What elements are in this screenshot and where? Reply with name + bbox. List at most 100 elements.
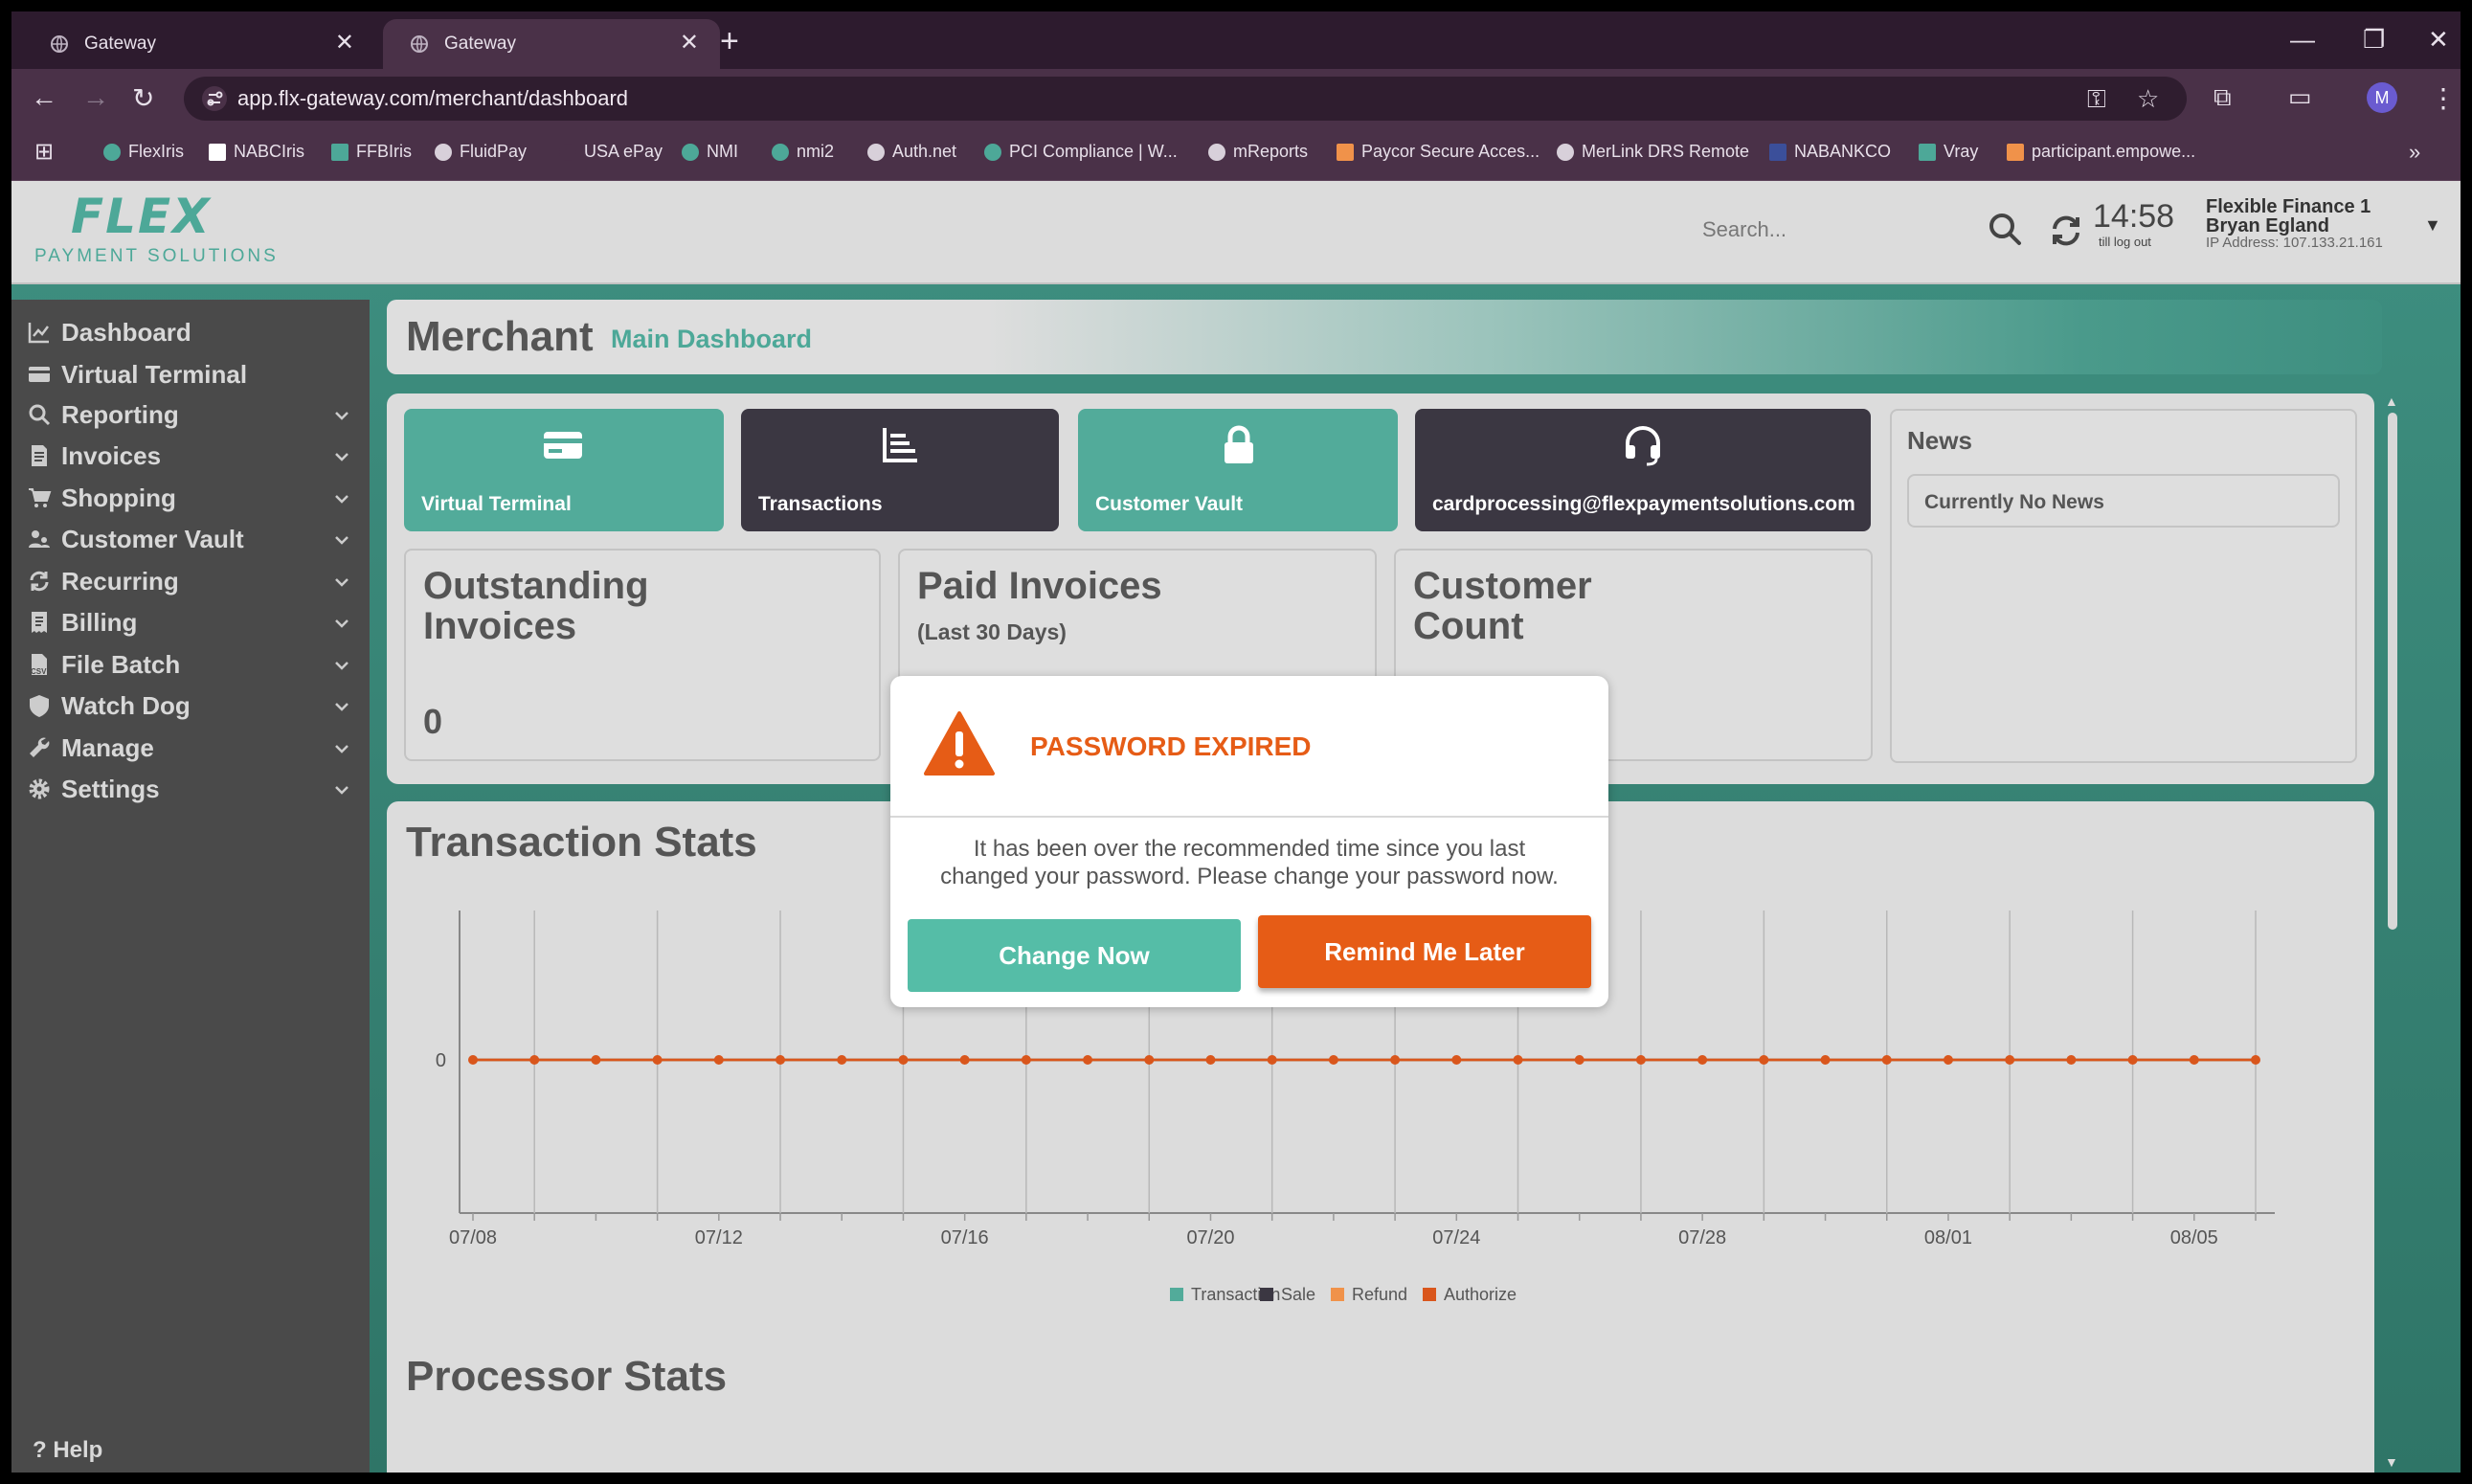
page-title: Merchant	[406, 313, 594, 360]
bookmark-item[interactable]: NABANKCO	[1769, 142, 1891, 162]
chevron-down-icon[interactable]	[333, 615, 350, 632]
sidebar-item-billing[interactable]: Billing	[27, 605, 364, 640]
help-link[interactable]: ? Help	[33, 1437, 102, 1464]
customer-vault-card[interactable]: Customer Vault	[1078, 409, 1398, 531]
logo-tagline: PAYMENT SOLUTIONS	[34, 246, 279, 266]
chevron-down-icon[interactable]	[333, 531, 350, 549]
menu-kebab-icon[interactable]: ⋮	[2430, 82, 2457, 114]
scroll-down-icon[interactable]: ▼	[2385, 1454, 2398, 1470]
modal-header: PASSWORD EXPIRED	[890, 676, 1608, 818]
virtual-terminal-card[interactable]: Virtual Terminal	[404, 409, 724, 531]
tab-gateway-2[interactable]: Gateway ✕	[383, 19, 720, 69]
bookmark-item[interactable]: Auth.net	[867, 142, 956, 162]
tab-gateway-1[interactable]: Gateway ✕	[23, 19, 375, 69]
bookmark-label: Auth.net	[892, 142, 957, 161]
bookmark-item[interactable]: FFBIris	[331, 142, 412, 162]
x-tick-label: 07/24	[1432, 1227, 1480, 1248]
close-tab-icon[interactable]: ✕	[680, 29, 699, 56]
sidebar-item-recurring[interactable]: Recurring	[27, 564, 364, 598]
restore-icon[interactable]: ❐	[2363, 25, 2385, 55]
chart-line-icon	[28, 323, 49, 344]
chevron-down-icon[interactable]	[333, 490, 350, 507]
stat-title-line: Paid Invoices	[917, 565, 1162, 607]
data-point	[1205, 1055, 1216, 1065]
bookmark-item[interactable]: PCI Compliance | W...	[984, 142, 1178, 162]
chevron-down-icon[interactable]	[333, 740, 350, 757]
back-icon[interactable]: ←	[31, 82, 57, 113]
bookmark-item[interactable]: MerLink DRS Remote	[1557, 142, 1749, 162]
outstanding-invoices-card[interactable]: Outstanding Invoices 0	[404, 549, 881, 761]
minimize-icon[interactable]: —	[2290, 25, 2315, 55]
x-tick-label: 07/28	[1678, 1227, 1726, 1248]
sidebar-item-manage[interactable]: Manage	[27, 731, 364, 765]
extensions-icon[interactable]: ⧉	[2214, 82, 2232, 113]
bookmark-item[interactable]: NMI	[682, 142, 738, 162]
chevron-down-icon[interactable]	[333, 781, 350, 798]
chevron-down-icon[interactable]	[333, 448, 350, 465]
more-bookmarks-icon[interactable]: »	[2409, 140, 2420, 165]
sidebar-item-invoices[interactable]: Invoices	[27, 438, 364, 473]
bookmark-item[interactable]: nmi2	[772, 142, 834, 162]
window-close-icon[interactable]: ✕	[2428, 25, 2449, 55]
data-point	[2127, 1055, 2138, 1065]
forward-icon[interactable]: →	[82, 82, 109, 113]
chevron-down-icon[interactable]	[333, 573, 350, 591]
refresh-icon[interactable]	[2047, 212, 2085, 250]
cast-icon[interactable]: ▭	[2288, 82, 2312, 112]
bookmark-item[interactable]: Vray	[1919, 142, 1978, 162]
search-input[interactable]: Search...	[1702, 217, 1787, 242]
legend-label: Refund	[1352, 1285, 1407, 1304]
profile-avatar[interactable]: M	[2367, 82, 2397, 113]
data-point	[2251, 1055, 2260, 1065]
sidebar-item-label: Invoices	[61, 440, 162, 470]
bookmark-label: Paycor Secure Acces...	[1361, 142, 1540, 161]
bookmark-item[interactable]: NABCIris	[209, 142, 304, 162]
close-tab-icon[interactable]: ✕	[335, 29, 354, 56]
bookmark-item[interactable]: participant.empowe...	[2007, 142, 2195, 162]
user-menu-chevron-icon[interactable]: ▼	[2424, 215, 2441, 236]
scroll-up-icon[interactable]: ▲	[2385, 393, 2398, 409]
page-scrollbar[interactable]: ▲ ▼	[2382, 393, 2403, 1473]
bookmark-item[interactable]: FluidPay	[435, 142, 527, 162]
sidebar-item-reporting[interactable]: Reporting	[27, 397, 364, 432]
reload-icon[interactable]: ↻	[132, 82, 154, 114]
chevron-down-icon[interactable]	[333, 407, 350, 424]
scroll-thumb[interactable]	[2388, 413, 2397, 930]
site-info-icon[interactable]	[201, 85, 228, 112]
x-tick-label: 07/20	[1186, 1227, 1234, 1248]
chevron-down-icon[interactable]	[333, 698, 350, 715]
sidebar-item-shopping[interactable]: Shopping	[27, 481, 364, 515]
bookmark-favicon-icon	[867, 143, 885, 161]
support-email-card[interactable]: cardprocessing@flexpaymentsolutions.com	[1415, 409, 1871, 531]
sidebar-item-watch-dog[interactable]: Watch Dog	[27, 688, 364, 723]
bookmark-favicon-icon	[1919, 143, 1936, 161]
bookmark-item[interactable]: mReports	[1208, 142, 1308, 162]
sidebar-item-dashboard[interactable]: Dashboard	[27, 315, 364, 349]
data-point	[1697, 1055, 1708, 1065]
transactions-card[interactable]: Transactions	[741, 409, 1059, 531]
bookmark-item[interactable]: Paycor Secure Acces...	[1337, 142, 1539, 162]
change-now-button[interactable]: Change Now	[908, 919, 1241, 992]
sidebar-item-customer-vault[interactable]: Customer Vault	[27, 522, 364, 556]
logo-wordmark[interactable]: FLEX	[71, 189, 212, 244]
session-timer-label: till log out	[2099, 235, 2151, 249]
sidebar-item-label: Recurring	[61, 566, 179, 596]
apps-grid-icon[interactable]: ⊞	[34, 138, 54, 166]
bookmark-star-icon[interactable]: ☆	[2137, 84, 2159, 114]
sidebar-item-settings[interactable]: Settings	[27, 772, 364, 806]
sidebar-item-virtual-terminal[interactable]: Virtual Terminal	[27, 357, 364, 392]
bookmark-label: Vray	[1944, 142, 1979, 161]
remind-me-later-button[interactable]: Remind Me Later	[1258, 915, 1591, 988]
tab-title: Gateway	[444, 34, 516, 54]
stat-title-line: Count	[1413, 605, 1524, 647]
users-icon	[29, 530, 50, 548]
shield-icon	[30, 695, 49, 717]
bookmark-item[interactable]: FlexIris	[103, 142, 184, 162]
address-bar[interactable]: app.flx-gateway.com/merchant/dashboard ⚿…	[184, 77, 2187, 121]
password-key-icon[interactable]: ⚿	[2087, 84, 2106, 115]
chevron-down-icon[interactable]	[333, 657, 350, 674]
sidebar-item-file-batch[interactable]: CSV File Batch	[27, 647, 364, 682]
new-tab-icon[interactable]: +	[720, 23, 739, 60]
bookmark-item[interactable]: USA ePay	[559, 142, 663, 162]
search-icon[interactable]	[1986, 210, 2024, 248]
